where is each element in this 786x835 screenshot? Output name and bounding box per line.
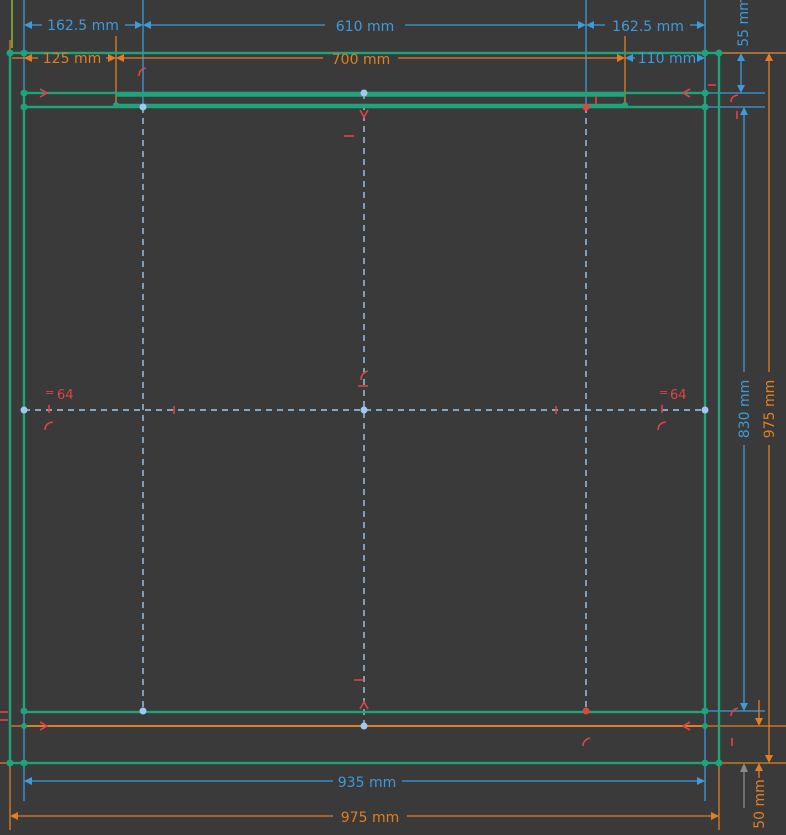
constraint-markers bbox=[0, 67, 739, 747]
vertex-point[interactable] bbox=[715, 49, 723, 57]
dimension-bottom-offset[interactable] bbox=[740, 763, 748, 808]
vertex-point[interactable] bbox=[701, 406, 709, 414]
dimension-top-height[interactable] bbox=[737, 53, 745, 93]
vertex-point[interactable] bbox=[701, 89, 709, 97]
dim-label-inner-left-offset[interactable]: 125 mm bbox=[43, 51, 101, 67]
vertex-point[interactable] bbox=[20, 406, 28, 414]
vertex-point[interactable] bbox=[360, 89, 368, 97]
dim-label-top-height[interactable]: 55 mm bbox=[736, 0, 752, 47]
dim-label-top-center-span[interactable]: 610 mm bbox=[336, 19, 394, 35]
dim-label-top-right-offset[interactable]: 162.5 mm bbox=[612, 19, 684, 35]
selected-point[interactable] bbox=[582, 707, 590, 715]
tangent-constraint-icon[interactable] bbox=[360, 370, 369, 381]
vertex-point[interactable] bbox=[139, 103, 147, 111]
dim-label-bottom-offset[interactable]: 50 mm bbox=[752, 779, 768, 829]
sketch-canvas[interactable]: 162.5 mm 610 mm 162.5 mm 125 mm 700 mm 1… bbox=[0, 0, 786, 835]
vertex-point[interactable] bbox=[360, 722, 368, 730]
vertex-point[interactable] bbox=[701, 707, 709, 715]
vertex-point[interactable] bbox=[702, 723, 708, 729]
dim-label-inner-height[interactable]: 830 mm bbox=[737, 380, 753, 438]
arrow-up-icon[interactable] bbox=[359, 700, 369, 710]
tangent-constraint-icon[interactable] bbox=[657, 421, 667, 431]
vertex-point[interactable] bbox=[20, 707, 28, 715]
vertex-point[interactable] bbox=[113, 102, 119, 108]
equal-constraint-label-left[interactable]: 64 bbox=[57, 388, 74, 403]
vertex-point[interactable] bbox=[715, 759, 723, 767]
vertex-point[interactable] bbox=[21, 723, 27, 729]
vertex-point[interactable] bbox=[20, 49, 28, 57]
arrow-down-icon[interactable] bbox=[359, 109, 369, 119]
vertex-point[interactable] bbox=[20, 103, 28, 111]
vertex-point[interactable] bbox=[6, 759, 14, 767]
vertex-point[interactable] bbox=[701, 49, 709, 57]
dimension-bottom-offset-orange bbox=[755, 700, 763, 778]
dim-label-top-left-offset[interactable]: 162.5 mm bbox=[47, 18, 119, 34]
vertex-point[interactable] bbox=[20, 89, 28, 97]
vertex-point[interactable] bbox=[139, 707, 147, 715]
vertex-point[interactable] bbox=[6, 49, 14, 57]
vertex-point[interactable] bbox=[701, 759, 709, 767]
equal-constraint-symbol-left[interactable]: = bbox=[45, 386, 54, 399]
vertex-point[interactable] bbox=[20, 759, 28, 767]
tangent-constraint-icon[interactable] bbox=[582, 737, 591, 747]
equal-constraint-label-right[interactable]: 64 bbox=[670, 388, 687, 403]
equal-constraint-symbol-right[interactable]: = bbox=[659, 386, 668, 399]
dim-label-inner-right-offset[interactable]: 110 mm bbox=[638, 51, 696, 67]
tangent-constraint-icon[interactable] bbox=[44, 421, 54, 431]
dim-label-bottom-inner-width[interactable]: 935 mm bbox=[338, 775, 396, 791]
selected-point[interactable] bbox=[582, 103, 590, 111]
vertex-point[interactable] bbox=[622, 102, 628, 108]
dim-label-inner-span[interactable]: 700 mm bbox=[332, 52, 390, 68]
tangent-constraint-icon[interactable] bbox=[730, 94, 739, 103]
vertex-point[interactable] bbox=[701, 103, 709, 111]
dim-label-outer-height[interactable]: 975 mm bbox=[762, 380, 778, 438]
vertex-point[interactable] bbox=[360, 406, 368, 414]
tangent-constraint-icon[interactable] bbox=[730, 707, 739, 717]
dim-label-bottom-outer-width[interactable]: 975 mm bbox=[341, 810, 399, 826]
